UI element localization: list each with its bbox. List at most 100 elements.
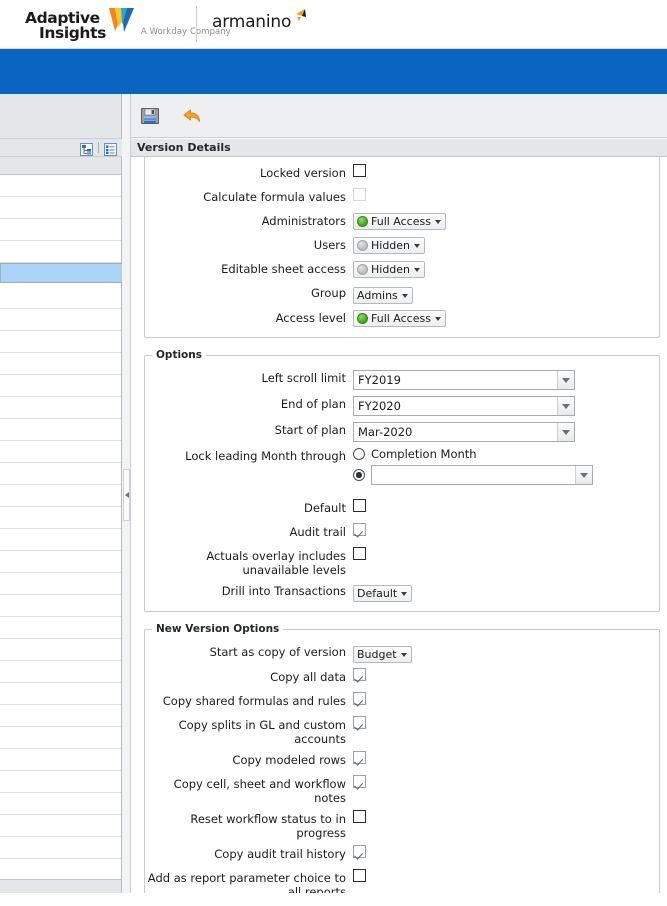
left-panel-column-header — [0, 157, 121, 175]
version-list-item[interactable] — [0, 331, 121, 353]
row-copy-shared-formulas: Copy shared formulas and rules — [145, 692, 659, 711]
version-list-item[interactable] — [0, 837, 121, 859]
version-list-item[interactable] — [0, 551, 121, 573]
new-version-options-fieldset: New Version Options Start as copy of ver… — [144, 623, 660, 893]
version-list-item[interactable] — [0, 815, 121, 837]
row-default: Default — [145, 499, 659, 518]
version-list-item[interactable] — [0, 705, 121, 727]
version-list-item[interactable] — [0, 397, 121, 419]
users-value: Hidden — [371, 239, 411, 252]
row-copy-modeled-rows: Copy modeled rows — [145, 751, 659, 770]
copy-modeled-rows-checkbox[interactable] — [353, 751, 366, 764]
locked-version-checkbox[interactable] — [353, 164, 366, 177]
version-list-item[interactable] — [0, 375, 121, 397]
drill-into-transactions-dropdown[interactable]: Default — [353, 585, 413, 602]
splitter-collapse-handle[interactable] — [123, 469, 130, 521]
audit-trail-checkbox[interactable] — [353, 523, 366, 536]
page-title: Version Details — [137, 141, 231, 154]
version-list-item[interactable] — [0, 683, 121, 705]
copy-all-data-checkbox[interactable] — [353, 668, 366, 681]
access-level-value: Full Access — [371, 312, 431, 325]
row-start-as-copy: Start as copy of version Budget — [145, 643, 659, 663]
end-of-plan-select[interactable]: FY2020 — [353, 396, 575, 416]
chevron-down-icon — [401, 293, 408, 298]
group-dropdown[interactable]: Admins — [353, 287, 413, 304]
start-of-plan-select[interactable]: Mar-2020 — [353, 422, 575, 442]
default-checkbox[interactable] — [353, 499, 366, 512]
version-list-item[interactable] — [0, 617, 121, 639]
users-dropdown[interactable]: Hidden — [353, 237, 426, 254]
primary-navigation-bar[interactable] — [0, 49, 667, 94]
version-list-item[interactable] — [0, 197, 121, 219]
start-of-plan-value: Mar-2020 — [358, 425, 413, 439]
full-access-status-icon — [357, 313, 368, 324]
row-copy-all-data: Copy all data — [145, 668, 659, 687]
version-list-item[interactable] — [0, 419, 121, 441]
version-list-item[interactable] — [0, 309, 121, 331]
version-list-item[interactable] — [0, 287, 121, 309]
copy-shared-formulas-label: Copy shared formulas and rules — [162, 694, 346, 708]
undo-icon[interactable] — [180, 104, 204, 128]
version-list-item[interactable] — [0, 661, 121, 683]
chevron-left-icon — [124, 492, 129, 498]
calculate-formula-values-label: Calculate formula values — [203, 190, 346, 204]
branding-bar: Adaptive Insights A Workday Company arma… — [0, 0, 667, 49]
form-toolbar — [131, 94, 667, 138]
add-as-report-param-checkbox[interactable] — [353, 869, 366, 882]
reset-workflow-checkbox[interactable] — [353, 810, 366, 823]
version-list[interactable] — [0, 175, 222, 881]
lock-specific-month-option[interactable] — [353, 465, 593, 485]
version-list-item[interactable] — [0, 793, 121, 815]
editable-sheet-access-label: Editable sheet access — [221, 262, 346, 276]
version-list-item[interactable] — [0, 353, 121, 375]
version-list-item[interactable] — [0, 175, 121, 197]
version-list-item[interactable] — [0, 639, 121, 661]
panel-splitter[interactable] — [122, 94, 131, 893]
options-fieldset: Options Left scroll limit FY2019 End of … — [144, 349, 660, 612]
brand-divider — [196, 6, 197, 42]
list-view-icon[interactable] — [104, 141, 117, 156]
completion-month-radio[interactable] — [353, 448, 365, 460]
copy-audit-trail-label: Copy audit trail history — [214, 847, 346, 861]
administrators-dropdown[interactable]: Full Access — [353, 213, 446, 230]
version-list-item[interactable] — [0, 771, 121, 793]
copy-splits-checkbox[interactable] — [353, 716, 366, 729]
version-list-item[interactable] — [0, 859, 121, 881]
audit-trail-label: Audit trail — [289, 525, 347, 539]
chevron-down-icon — [400, 652, 407, 657]
version-list-item[interactable] — [0, 595, 121, 617]
row-locked-version: Locked version — [145, 164, 659, 183]
editable-sheet-access-dropdown[interactable]: Hidden — [353, 261, 426, 278]
hidden-status-icon — [357, 264, 368, 275]
copy-audit-trail-checkbox[interactable] — [353, 845, 366, 858]
actuals-overlay-checkbox[interactable] — [353, 547, 366, 560]
start-as-copy-dropdown[interactable]: Budget — [353, 646, 412, 663]
specific-month-radio[interactable] — [353, 469, 365, 481]
completion-month-label: Completion Month — [371, 447, 477, 461]
end-of-plan-label: End of plan — [280, 397, 346, 411]
version-list-item[interactable] — [0, 749, 121, 771]
left-scroll-limit-select[interactable]: FY2019 — [353, 370, 575, 390]
group-label: Group — [310, 286, 346, 300]
version-list-item[interactable] — [0, 529, 121, 551]
copy-shared-formulas-checkbox[interactable] — [353, 692, 366, 705]
version-list-item[interactable] — [0, 441, 121, 463]
armanino-arrow-icon — [292, 8, 307, 27]
version-list-item[interactable] — [0, 727, 121, 749]
version-list-item[interactable] — [0, 241, 121, 263]
version-list-item[interactable] — [0, 485, 121, 507]
copy-notes-checkbox[interactable] — [353, 775, 366, 788]
lock-completion-month-option[interactable]: Completion Month — [353, 447, 593, 461]
options-legend: Options — [156, 349, 202, 361]
chevron-down-icon — [557, 371, 574, 389]
tree-view-icon[interactable] — [80, 141, 93, 156]
group-value: Admins — [357, 289, 398, 302]
lock-leading-month-select[interactable] — [371, 465, 593, 485]
version-list-item[interactable] — [0, 573, 121, 595]
access-level-dropdown[interactable]: Full Access — [353, 310, 446, 327]
version-list-item[interactable] — [0, 507, 121, 529]
version-list-item[interactable] — [0, 219, 121, 241]
left-scroll-limit-label: Left scroll limit — [261, 371, 346, 385]
version-list-item[interactable] — [0, 463, 121, 485]
save-icon[interactable] — [138, 104, 162, 128]
